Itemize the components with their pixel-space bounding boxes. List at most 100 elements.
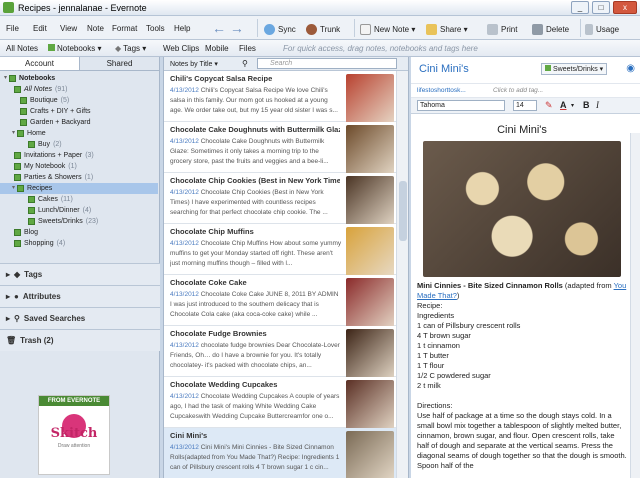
note-list-item[interactable]: Chocolate Cake Doughnuts with Buttermilk… xyxy=(164,122,397,179)
adapted-prefix: (adapted from xyxy=(562,281,614,290)
trash-icon: 🗑 xyxy=(6,336,17,345)
sidebar-item[interactable]: My Notebook (1) xyxy=(0,161,158,172)
sidebar-item[interactable]: Boutique (5) xyxy=(0,95,158,106)
menu-note[interactable]: Note xyxy=(87,24,104,33)
sidebar-item[interactable]: Shopping (4) xyxy=(0,238,158,249)
maximize-button[interactable]: □ xyxy=(592,1,610,14)
sidebar-item[interactable]: Crafts + DIY + Gifts xyxy=(0,106,158,117)
text-color-dropdown-icon[interactable]: ▾ xyxy=(571,102,574,109)
directions-text: Use half of package at a time so the dou… xyxy=(417,411,627,470)
note-item-date: 4/13/2012 xyxy=(170,342,199,349)
note-list-item[interactable]: Chocolate Chip Cookies (Best in New York… xyxy=(164,173,397,230)
sync-icon xyxy=(264,23,275,35)
back-arrow-icon[interactable]: ← xyxy=(212,20,226,36)
note-list-item[interactable]: Chocolate Coke Cake 4/13/2012 Chocolate C… xyxy=(164,275,397,332)
menu-help[interactable]: Help xyxy=(174,24,190,33)
tab-account[interactable]: Account xyxy=(0,57,80,70)
notebook-icon xyxy=(28,196,35,203)
section-trash-label: Trash (2) xyxy=(20,336,54,345)
sidebar-item-count: (1) xyxy=(84,174,94,181)
usage-button[interactable]: Usage xyxy=(585,22,619,36)
skitch-promo[interactable]: FROM EVERNOTE Skitch Draw attention xyxy=(38,395,110,475)
sidebar-item[interactable]: Sweets/Drinks (23) xyxy=(0,216,158,227)
font-family-select[interactable]: Tahoma xyxy=(417,100,505,111)
notebook-icon xyxy=(17,130,25,137)
notebook-icon xyxy=(14,174,21,181)
menu-view[interactable]: View xyxy=(60,24,77,33)
section-saved-searches[interactable]: ▸ ⚲ Saved Searches xyxy=(0,307,160,329)
section-tags[interactable]: ▸ ◆ Tags xyxy=(0,263,160,285)
note-list-item[interactable]: Chocolate Wedding Cupcakes 4/13/2012 Choc… xyxy=(164,377,397,434)
globe-icon[interactable]: ◉ xyxy=(626,63,635,74)
expand-arrow-icon[interactable]: ▾ xyxy=(12,128,15,139)
minimize-button[interactable]: _ xyxy=(571,1,589,14)
sidebar-item[interactable]: ▾ Home xyxy=(0,128,158,139)
note-body[interactable]: Cini Mini's Mini Cinnies - Bite Sized Ci… xyxy=(417,119,627,471)
sidebar-item[interactable]: ▾ Notebooks xyxy=(0,73,158,84)
sidebar-item[interactable]: Lunch/Dinner (4) xyxy=(0,205,158,216)
note-list-item[interactable]: Cini Mini's 4/13/2012 Cini Mini's Mini Ci… xyxy=(164,428,397,478)
shortcut-files[interactable]: Files xyxy=(239,44,256,53)
sync-button[interactable]: Sync xyxy=(264,22,296,36)
expand-arrow-icon: ▸ xyxy=(6,292,11,301)
sidebar-item[interactable]: Invitations + Paper (3) xyxy=(0,150,158,161)
tab-shared[interactable]: Shared xyxy=(80,57,159,70)
highlight-icon[interactable]: ✎ xyxy=(545,100,553,111)
new-note-button[interactable]: New Note ▾ xyxy=(360,22,415,36)
font-size-select[interactable]: 14 xyxy=(513,100,537,111)
section-tags-label: Tags xyxy=(24,270,43,279)
shortcut-notebooks[interactable]: Notebooks ▾ xyxy=(48,44,101,53)
sidebar-item-label: All Notes xyxy=(24,86,53,93)
sidebar-item[interactable]: All Notes (91) xyxy=(0,84,158,95)
tag-input[interactable]: Click to add tag... xyxy=(493,87,543,94)
section-trash[interactable]: 🗑 Trash (2) xyxy=(0,329,160,351)
sidebar-item-label: Crafts + DIY + Gifts xyxy=(30,108,91,115)
section-saved-searches-label: Saved Searches xyxy=(23,314,86,323)
note-item-title: Chocolate Chip Muffins xyxy=(170,227,254,236)
shortcut-mobile[interactable]: Mobile xyxy=(205,44,229,53)
notebook-selector[interactable]: Sweets/Drinks ▾ xyxy=(541,63,608,75)
recipe-line xyxy=(417,391,627,401)
italic-icon[interactable]: I xyxy=(596,100,599,110)
sidebar-item[interactable]: Garden + Backyard xyxy=(0,117,158,128)
note-list-item[interactable]: Chocolate Chip Muffins 4/13/2012 Chocolat… xyxy=(164,224,397,281)
sidebar-item[interactable]: Blog xyxy=(0,227,158,238)
search-input[interactable]: Search xyxy=(257,58,397,69)
text-color-icon[interactable]: A xyxy=(560,100,567,110)
close-button[interactable]: x xyxy=(613,1,637,14)
menu-format[interactable]: Format xyxy=(112,24,137,33)
tag-icon: ◆ xyxy=(115,44,122,53)
editor-scrollbar[interactable] xyxy=(630,133,640,478)
sort-dropdown[interactable]: Notes by Title ▾ xyxy=(170,60,218,68)
recipe-lines: Recipe: Ingredients 1 can of Pillsbury cre… xyxy=(417,301,627,411)
shortcut-web-clips[interactable]: Web Clips xyxy=(163,44,199,53)
shortcut-tags[interactable]: ◆ Tags ▾ xyxy=(115,44,146,53)
sidebar-item[interactable]: Parties & Showers (1) xyxy=(0,172,158,183)
note-title-field[interactable]: Cini Mini's xyxy=(419,63,469,75)
menu-file[interactable]: File xyxy=(6,24,19,33)
trunk-button[interactable]: Trunk xyxy=(306,22,340,36)
note-list-scrollbar[interactable] xyxy=(396,71,408,478)
sidebar-item-count: (5) xyxy=(60,97,70,104)
section-attributes[interactable]: ▸ ● Attributes xyxy=(0,285,160,307)
shortcut-all-notes[interactable]: All Notes xyxy=(6,44,38,53)
note-list-item[interactable]: Chili's Copycat Salsa Recipe 4/13/2012 Ch… xyxy=(164,71,397,128)
forward-arrow-icon[interactable]: → xyxy=(230,20,244,36)
expand-arrow-icon[interactable]: ▾ xyxy=(12,183,15,194)
share-button[interactable]: Share ▾ xyxy=(426,22,468,36)
sidebar-item[interactable]: ▾ Recipes xyxy=(0,183,158,194)
sidebar-item[interactable]: Buy (2) xyxy=(0,139,158,150)
menu-tools[interactable]: Tools xyxy=(146,24,165,33)
print-button[interactable]: Print xyxy=(487,22,517,36)
filter-icon[interactable]: ⚲ xyxy=(242,59,248,68)
sidebar-item[interactable]: Cakes (11) xyxy=(0,194,158,205)
note-list-item[interactable]: Chocolate Fudge Brownies 4/13/2012 chocol… xyxy=(164,326,397,383)
bold-icon[interactable]: B xyxy=(583,100,590,110)
note-thumbnail xyxy=(346,380,394,434)
expand-arrow-icon[interactable]: ▾ xyxy=(4,73,7,84)
scroll-thumb[interactable] xyxy=(399,181,407,241)
menu-edit[interactable]: Edit xyxy=(33,24,47,33)
delete-button[interactable]: Delete xyxy=(532,22,569,36)
source-url[interactable]: lifestoshorttosk... xyxy=(417,87,466,94)
new-note-label: New Note ▾ xyxy=(374,24,416,34)
